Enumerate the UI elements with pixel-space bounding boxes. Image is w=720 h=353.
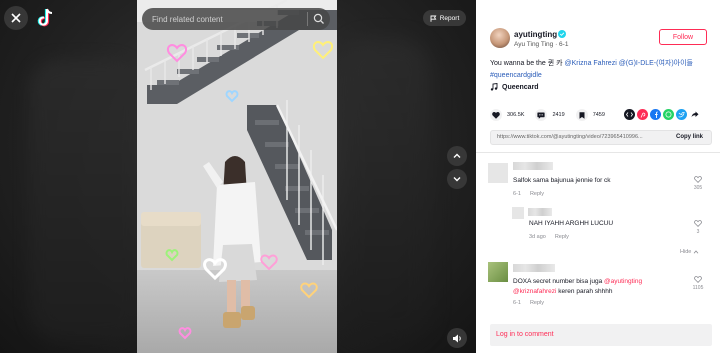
comment-date: 6-1 [513, 191, 521, 197]
comment-like-count: 1105 [692, 285, 704, 291]
close-button[interactable] [4, 6, 28, 30]
author-avatar[interactable] [490, 28, 510, 48]
commenter-name-redacted [513, 162, 553, 170]
whatsapp-icon[interactable] [663, 109, 674, 120]
comment-text-suffix: keren parah shhhh [556, 288, 613, 295]
search-icon[interactable] [313, 13, 325, 25]
heart-icon [490, 109, 502, 121]
divider [476, 152, 720, 153]
reply-like[interactable]: 3 [691, 220, 705, 235]
comment-date: 6-1 [513, 300, 521, 306]
comment-meta: 6-1 Reply [513, 300, 544, 306]
comment-like[interactable]: 1105 [691, 276, 705, 291]
search-input[interactable] [152, 11, 302, 27]
save-count: 7459 [592, 112, 605, 118]
caption-mention[interactable]: @Krizna Fahrezi [565, 60, 617, 67]
commenter-avatar[interactable] [488, 262, 508, 282]
volume-icon [452, 334, 461, 342]
chevron-up-icon [453, 153, 461, 158]
comment-like-count: 305 [693, 185, 703, 191]
commenter-name-redacted [513, 264, 555, 272]
follow-button[interactable]: Follow [659, 29, 707, 45]
volume-button[interactable] [447, 328, 467, 348]
comment-mention[interactable]: @kriznafahrezi [513, 288, 556, 295]
pinterest-icon[interactable] [637, 109, 648, 120]
comment-meta: 6-1 Reply [513, 191, 544, 197]
replier-name-redacted [528, 208, 552, 216]
heart-outline-icon [694, 176, 702, 183]
twitter-icon[interactable] [676, 109, 687, 120]
author-username[interactable]: ayutingting [514, 30, 557, 39]
comment-stat[interactable]: 2419 [535, 109, 565, 121]
facebook-icon[interactable] [650, 109, 661, 120]
comment-count: 2419 [552, 112, 565, 118]
report-button[interactable]: Report [423, 10, 466, 26]
previous-video-button[interactable] [447, 146, 467, 166]
caption-text: You wanna be the 퀸 카 [490, 60, 565, 67]
video-caption: You wanna be the 퀸 카 @Krizna Fahrezi @(G… [490, 58, 712, 82]
caption-mention[interactable]: @(G)I-DLE-(여자)아이들 [619, 60, 693, 67]
reply-button[interactable]: Reply [530, 191, 544, 197]
background-blur-left [30, 60, 140, 340]
like-stat[interactable]: 306.5K [490, 109, 524, 121]
chevron-down-icon [453, 177, 461, 182]
engagement-stats: 306.5K 2419 7459 [490, 109, 616, 121]
video-frame [137, 0, 337, 340]
comment-mention[interactable]: @ayutingting [604, 278, 642, 285]
save-stat[interactable]: 7459 [575, 109, 605, 121]
hide-replies-button[interactable]: Hide [680, 249, 699, 255]
video-link-box: https://www.tiktok.com/@ayutingting/vide… [490, 130, 712, 145]
caption-hashtag[interactable]: #queencardgidle [490, 72, 542, 79]
copy-link-button[interactable]: Copy link [676, 134, 703, 140]
search-divider [307, 12, 308, 26]
comment-like[interactable]: 305 [691, 176, 705, 191]
like-count: 306.5K [507, 112, 525, 118]
reply-like-count: 3 [696, 229, 700, 235]
background-blur-right [340, 40, 430, 340]
music-link[interactable]: Queencard [490, 83, 539, 91]
verified-badge-icon [558, 30, 566, 38]
report-label: Report [439, 14, 460, 22]
video-player[interactable] [137, 0, 337, 353]
login-to-comment-link[interactable]: Log in to comment [496, 331, 554, 338]
video-url[interactable]: https://www.tiktok.com/@ayutingting/vide… [497, 134, 662, 140]
music-title: Queencard [502, 83, 539, 91]
chevron-up-icon [694, 250, 699, 254]
hide-label: Hide [680, 249, 692, 255]
commenter-avatar[interactable] [488, 163, 508, 183]
share-icons [624, 109, 700, 120]
reply-meta: 3d ago Reply [529, 234, 569, 240]
tiktok-logo-icon[interactable] [36, 8, 54, 28]
comment-text: Salfok sama bajunua jennie for ck [513, 177, 611, 184]
comment-text: DOXA secret number bisa juga @ayutingtin… [513, 277, 683, 297]
reply-button[interactable]: Reply [555, 234, 569, 240]
author-nickname-date: Ayu Ting Ting · 6-1 [514, 41, 569, 48]
heart-outline-icon [694, 220, 702, 227]
close-icon [11, 13, 21, 23]
reply-date: 3d ago [529, 234, 546, 240]
login-to-comment-bar[interactable]: Log in to comment [490, 324, 712, 346]
embed-icon[interactable] [624, 109, 635, 120]
details-panel: ayutingting Ayu Ting Ting · 6-1 Follow Y… [476, 0, 720, 353]
heart-outline-icon [694, 276, 702, 283]
share-arrow-icon[interactable] [689, 109, 700, 120]
music-note-icon [490, 83, 498, 91]
search-bar[interactable] [142, 8, 330, 30]
comment-icon [535, 109, 548, 121]
next-video-button[interactable] [447, 169, 467, 189]
replier-avatar[interactable] [512, 207, 524, 219]
reply-button[interactable]: Reply [530, 300, 544, 306]
flag-icon [430, 15, 437, 22]
reply-text: NAH IYAHH ARGHH LUCUU [529, 220, 614, 227]
bookmark-icon [575, 109, 588, 121]
comment-text-prefix: DOXA secret number bisa juga [513, 278, 605, 285]
video-stage: Report [0, 0, 476, 353]
